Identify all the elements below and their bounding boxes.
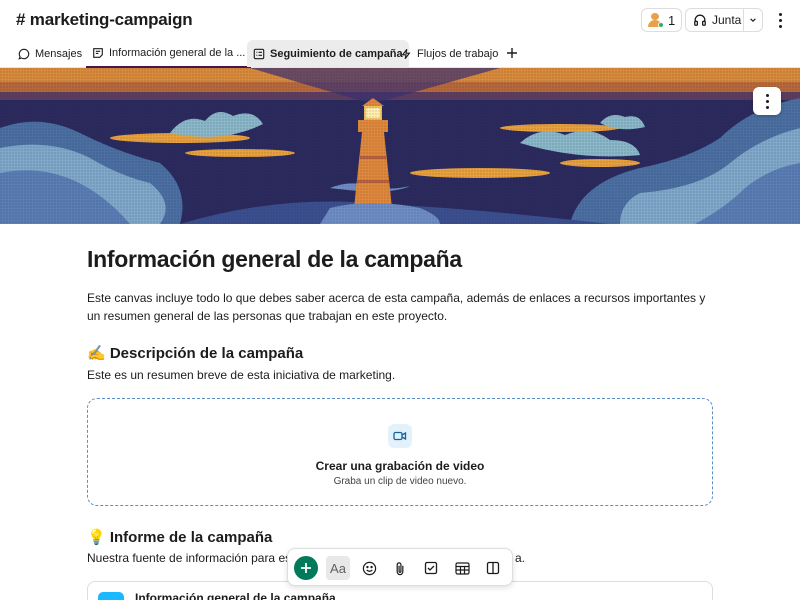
channel-header: # marketing-campaign 1 Junta — [0, 0, 800, 40]
emoji-button[interactable] — [357, 556, 381, 580]
create-video-recording-block[interactable]: Crear una grabación de video Graba un cl… — [87, 398, 713, 506]
plus-icon — [507, 48, 517, 58]
tab-campaign-tracking[interactable]: Seguimiento de campaña — [247, 40, 409, 67]
section-report-text: Nuestra fuente de información para est — [87, 551, 295, 565]
channel-title[interactable]: # marketing-campaign — [16, 10, 193, 30]
tab-label: Mensajes — [35, 48, 83, 60]
workflow-icon — [401, 48, 411, 60]
huddle-start[interactable]: Junta — [686, 9, 743, 31]
banner-more-button[interactable] — [753, 87, 781, 115]
tab-messages[interactable]: Mensajes — [12, 40, 88, 68]
checkbox-icon — [424, 561, 438, 575]
table-icon — [454, 561, 470, 575]
insert-add-button[interactable] — [294, 556, 318, 580]
list-icon — [253, 48, 265, 59]
page-title: Información general de la campaña — [87, 246, 462, 272]
section-heading-description: ✍️ Descripción de la campaña — [87, 345, 304, 362]
members-count: 1 — [668, 12, 676, 28]
channel-more-button[interactable] — [772, 10, 788, 30]
video-block-title: Crear una grabación de video — [315, 459, 485, 473]
canvas-icon — [93, 48, 103, 58]
video-block-subtitle: Graba un clip de video nuevo. — [333, 476, 467, 487]
huddle-label: Junta — [712, 13, 742, 27]
add-tab-button[interactable] — [504, 43, 520, 63]
channel-tabs: Mensajes Información general de la ... S… — [0, 40, 800, 68]
checklist-button[interactable] — [419, 556, 443, 580]
tab-label: Seguimiento de campaña — [270, 47, 403, 60]
paperclip-icon — [396, 561, 404, 575]
intro-paragraph: Este canvas incluye todo lo que debes sa… — [87, 291, 706, 323]
tab-label: Información general de la ... — [109, 47, 246, 59]
more-vertical-icon — [765, 93, 769, 97]
plus-icon — [301, 563, 311, 573]
section-heading-report: 💡 Informe de la campaña — [87, 529, 273, 546]
chevron-down-icon — [749, 18, 756, 22]
huddle-button[interactable]: Junta — [685, 8, 763, 32]
section-report-text-end: a. — [515, 551, 526, 565]
tab-canvas-overview[interactable]: Información general de la ... — [86, 40, 252, 68]
online-status-dot — [658, 22, 664, 28]
video-camera-icon — [388, 424, 412, 448]
canvas-insert-toolbar: Aa — [287, 548, 513, 586]
headphones-icon — [694, 14, 706, 26]
canvas-banner-image — [0, 68, 800, 224]
attach-button[interactable] — [388, 556, 412, 580]
huddle-options-button[interactable] — [742, 9, 762, 31]
tab-label: Flujos de trabajo — [417, 48, 499, 60]
message-icon — [18, 48, 30, 60]
linked-canvas-title: Información general de la campaña — [135, 591, 336, 600]
section-description-text: Este es un resumen breve de esta iniciat… — [87, 368, 396, 382]
emoji-icon — [362, 561, 376, 575]
layout-columns-button[interactable] — [481, 556, 505, 580]
members-button[interactable]: 1 — [641, 8, 683, 32]
text-style-button[interactable]: Aa — [326, 556, 350, 580]
canvas-card-icon — [98, 592, 124, 600]
avatar — [648, 13, 664, 28]
more-vertical-icon — [778, 12, 782, 16]
tab-workflows[interactable]: Flujos de trabajo — [394, 40, 504, 68]
table-button[interactable] — [450, 556, 474, 580]
columns-icon — [486, 561, 500, 575]
